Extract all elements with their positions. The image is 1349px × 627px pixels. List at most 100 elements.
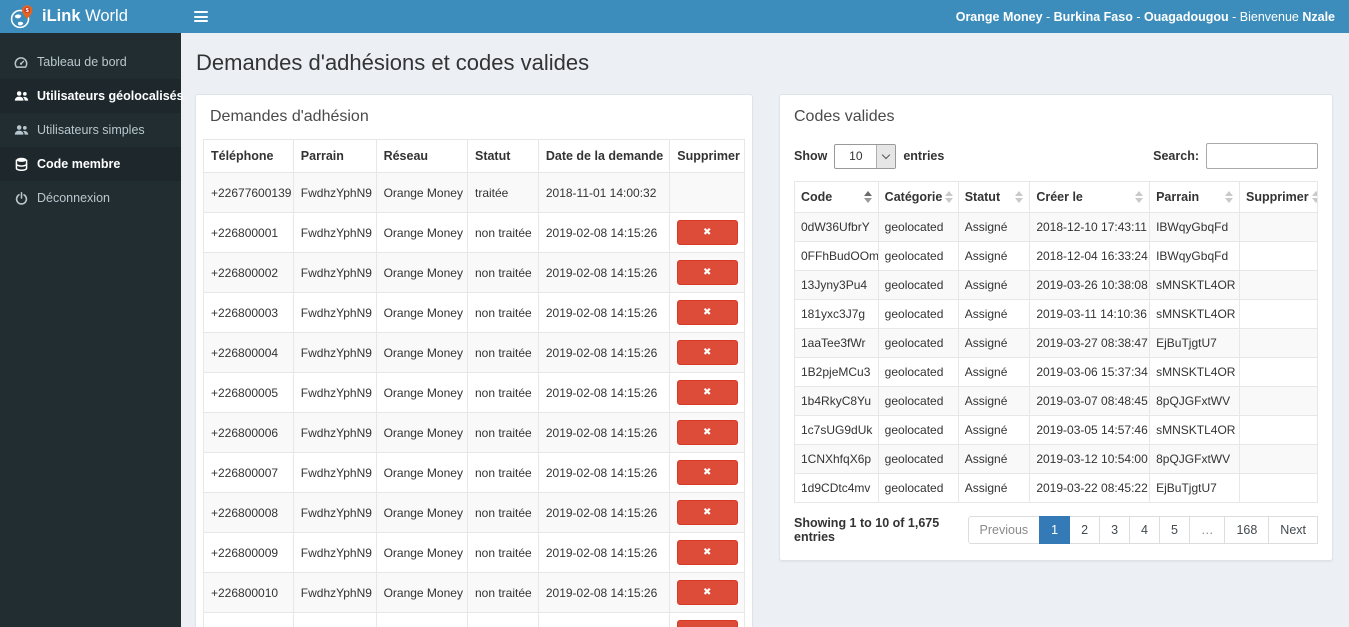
requests-column-header: Parrain xyxy=(292,139,377,173)
sidebar-item[interactable]: Utilisateurs géolocalisés xyxy=(0,79,184,113)
show-label: Show xyxy=(794,149,828,163)
pagination-button[interactable]: 1 xyxy=(1039,516,1071,544)
delete-request-button[interactable]: ✖ xyxy=(676,580,738,605)
pagination-button[interactable]: 168 xyxy=(1224,516,1270,544)
code-status-cell: Assigné xyxy=(957,415,1031,445)
parrain-cell: FwdhzYphN9 xyxy=(292,532,377,573)
created-date-cell: 2018-12-04 16:33:24 xyxy=(1029,241,1151,271)
parrain-cell: FwdhzYphN9 xyxy=(292,452,377,493)
pagination-button[interactable]: 3 xyxy=(1099,516,1131,544)
code-status-cell: Assigné xyxy=(957,386,1031,416)
page-length-select[interactable]: 10 xyxy=(834,143,897,169)
request-row: +226800001 FwdhzYphN9 Orange Money non t… xyxy=(203,212,745,253)
code-row: 1d9CDtc4mv geolocated Assigné 2019-03-22… xyxy=(794,473,1318,503)
delete-cell: ✖ xyxy=(669,172,745,213)
requests-column-header: Date de la demande xyxy=(537,139,671,173)
code-delete-cell xyxy=(1239,415,1318,445)
delete-request-button[interactable]: ✖ xyxy=(676,340,738,365)
requests-header-row: Téléphone Parrain Réseau Statut Date de … xyxy=(203,139,745,173)
codes-column-header[interactable]: Parrain xyxy=(1149,181,1241,213)
request-date-cell: 2019-02-08 14:15:26 xyxy=(537,532,671,573)
membership-requests-panel: Demandes d'adhésion Téléphone Parrain Ré… xyxy=(195,94,753,627)
code-row: 0FFhBudOOm geolocated Assigné 2018-12-04… xyxy=(794,241,1318,271)
delete-cell: ✖ xyxy=(669,292,745,333)
code-row: 1aaTee3fWr geolocated Assigné 2019-03-27… xyxy=(794,328,1318,358)
pagination-button[interactable]: 2 xyxy=(1069,516,1101,544)
datatable-footer: Showing 1 to 10 of 1,675 entries Previou… xyxy=(794,503,1318,546)
category-cell: geolocated xyxy=(877,270,959,300)
request-row: +226800006 FwdhzYphN9 Orange Money non t… xyxy=(203,412,745,453)
category-cell: geolocated xyxy=(877,415,959,445)
code-delete-cell xyxy=(1239,212,1318,242)
code-status-cell: Assigné xyxy=(957,473,1031,503)
request-date-cell: 2019-02-08 14:15:26 xyxy=(537,452,671,493)
city-name: Ouagadougou xyxy=(1143,9,1229,24)
delete-request-button[interactable]: ✖ xyxy=(676,380,738,405)
delete-cell: ✖ xyxy=(669,612,745,627)
column-label: Statut xyxy=(964,190,1001,204)
pagination-button[interactable]: Next xyxy=(1268,516,1318,544)
power-icon xyxy=(13,191,29,205)
search-input[interactable] xyxy=(1206,143,1318,169)
sidebar-item[interactable]: Déconnexion xyxy=(0,181,181,215)
request-row: +226800010 FwdhzYphN9 Orange Money non t… xyxy=(203,572,745,613)
code-parrain-cell: sMNSKTL4OR xyxy=(1149,415,1241,445)
code-cell: 13Jyny3Pu4 xyxy=(794,270,879,300)
sidebar-item[interactable]: Utilisateurs simples xyxy=(0,113,181,147)
delete-request-button[interactable]: ✖ xyxy=(676,300,738,325)
codes-column-header[interactable]: Code xyxy=(794,181,879,213)
request-row: +226800330 FwdhzYphN9 Orange Money non t… xyxy=(203,612,745,627)
code-status-cell: Assigné xyxy=(957,212,1031,242)
delete-cell: ✖ xyxy=(669,372,745,413)
delete-request-button[interactable]: ✖ xyxy=(676,420,738,445)
delete-request-button[interactable]: ✖ xyxy=(676,540,738,565)
brand-logo[interactable]: $ iLink World xyxy=(0,0,181,33)
delete-request-button[interactable]: ✖ xyxy=(676,220,738,245)
delete-request-button[interactable]: ✖ xyxy=(676,620,738,627)
code-cell: 1c7sUG9dUk xyxy=(794,415,879,445)
delete-cell: ✖ xyxy=(669,252,745,293)
ilink-globe-pin-icon: $ xyxy=(9,4,35,30)
created-date-cell: 2019-03-27 08:38:47 xyxy=(1029,328,1151,358)
network-cell: Orange Money xyxy=(375,452,468,493)
delete-request-button[interactable]: ✖ xyxy=(676,500,738,525)
delete-request-button[interactable]: ✖ xyxy=(676,460,738,485)
sidebar-toggle-button[interactable] xyxy=(181,0,221,33)
codes-column-header[interactable]: Créer le xyxy=(1029,181,1151,213)
x-icon: ✖ xyxy=(702,307,712,318)
phone-cell: +226800005 xyxy=(203,372,294,413)
code-parrain-cell: sMNSKTL4OR xyxy=(1149,357,1241,387)
code-cell: 1aaTee3fWr xyxy=(794,328,879,358)
codes-column-header[interactable]: Supprimer xyxy=(1239,181,1318,213)
code-status-cell: Assigné xyxy=(957,328,1031,358)
pagination-button[interactable]: 4 xyxy=(1129,516,1160,544)
sort-icon xyxy=(945,191,954,203)
pagination-button[interactable]: 5 xyxy=(1158,516,1190,544)
search-control: Search: xyxy=(1153,143,1318,169)
created-date-cell: 2019-03-05 14:57:46 xyxy=(1029,415,1151,445)
sidebar-item[interactable]: Tableau de bord xyxy=(0,45,181,79)
request-date-cell: 2018-11-01 14:00:32 xyxy=(537,172,671,213)
code-cell: 1B2pjeMCu3 xyxy=(794,357,879,387)
requests-column-header: Supprimer xyxy=(669,139,745,173)
code-delete-cell xyxy=(1239,473,1318,503)
code-delete-cell xyxy=(1239,444,1318,474)
request-date-cell: 2019-02-08 14:15:26 xyxy=(537,292,671,333)
code-delete-cell xyxy=(1239,241,1318,271)
request-row: +226800003 FwdhzYphN9 Orange Money non t… xyxy=(203,292,745,333)
created-date-cell: 2018-12-10 17:43:11 xyxy=(1029,212,1151,242)
status-cell: non traitée xyxy=(466,292,539,333)
delete-request-button[interactable]: ✖ xyxy=(676,260,738,285)
pagination-button[interactable]: Previous xyxy=(967,516,1041,544)
code-parrain-cell: IBWqyGbqFd xyxy=(1149,241,1241,271)
page-length-control: Show 10 entries xyxy=(794,143,944,169)
sidebar-item[interactable]: Code membre xyxy=(0,147,181,181)
codes-column-header[interactable]: Statut xyxy=(957,181,1031,213)
sidebar-item-label: Utilisateurs géolocalisés xyxy=(37,89,184,103)
status-cell: non traitée xyxy=(466,252,539,293)
codes-column-header[interactable]: Catégorie xyxy=(877,181,959,213)
code-delete-cell xyxy=(1239,386,1318,416)
created-date-cell: 2019-03-26 10:38:08 xyxy=(1029,270,1151,300)
top-navbar: $ iLink World Orange Money - Burkina Fas… xyxy=(0,0,1349,33)
status-cell: traitée xyxy=(466,172,539,213)
